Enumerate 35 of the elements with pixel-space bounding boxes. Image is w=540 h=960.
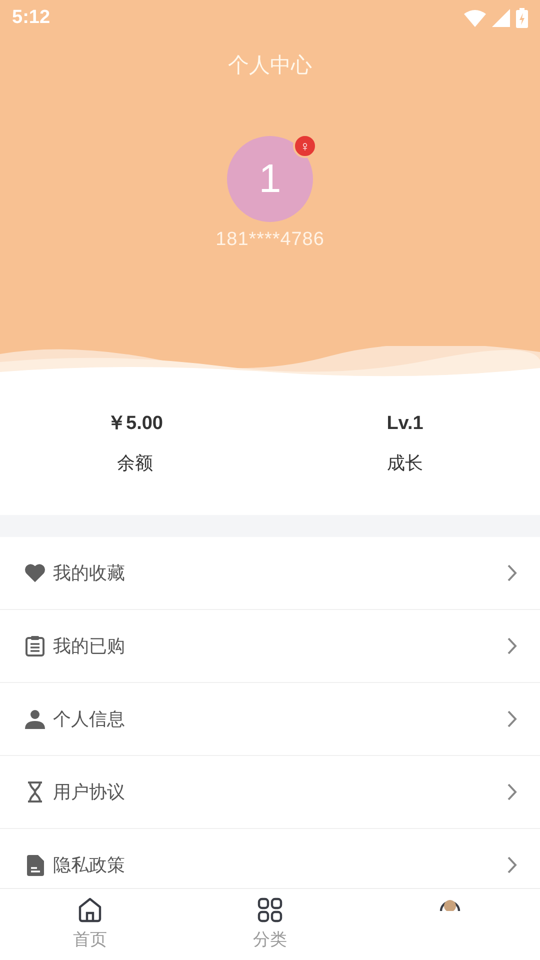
- menu-label: 我的收藏: [53, 562, 126, 584]
- menu-label: 个人信息: [53, 708, 126, 730]
- stat-label: 成长: [387, 452, 423, 476]
- stat-value: ￥5.00: [107, 412, 163, 436]
- chevron-icon: [507, 564, 517, 582]
- clipboard-icon: [25, 635, 45, 657]
- menu-label: 隐私政策: [53, 854, 126, 876]
- menu-item[interactable]: 我的收藏: [0, 537, 540, 610]
- wifi-icon: [464, 10, 486, 26]
- signal-icon: [492, 9, 510, 27]
- menu-item[interactable]: 用户协议: [0, 756, 540, 829]
- gender-badge: ♀: [293, 134, 317, 158]
- home-icon: [77, 897, 103, 923]
- profile-icon: [439, 897, 461, 911]
- tab-label: 分类: [253, 929, 287, 951]
- page-title: 个人中心: [228, 53, 312, 79]
- stat-label: 余额: [117, 452, 153, 476]
- document-icon: [26, 854, 44, 876]
- menu-item[interactable]: 个人信息: [0, 683, 540, 756]
- chevron-icon: [507, 856, 517, 874]
- chevron-icon: [507, 783, 517, 801]
- grid-icon: [257, 897, 283, 923]
- phone-number: 181****4786: [216, 228, 324, 252]
- tab-label: 首页: [73, 929, 107, 951]
- menu-label: 用户协议: [53, 780, 126, 804]
- status-time: 5:12: [12, 6, 50, 30]
- menu-label: 我的已购: [53, 634, 126, 658]
- battery-icon: [516, 8, 528, 28]
- menu-item[interactable]: 我的已购: [0, 610, 540, 683]
- stat-value: Lv.1: [386, 412, 424, 436]
- heart-icon: [24, 563, 46, 583]
- chevron-icon: [507, 710, 517, 728]
- person-icon: [25, 709, 45, 729]
- hourglass-icon: [27, 781, 43, 803]
- chevron-icon: [507, 637, 517, 655]
